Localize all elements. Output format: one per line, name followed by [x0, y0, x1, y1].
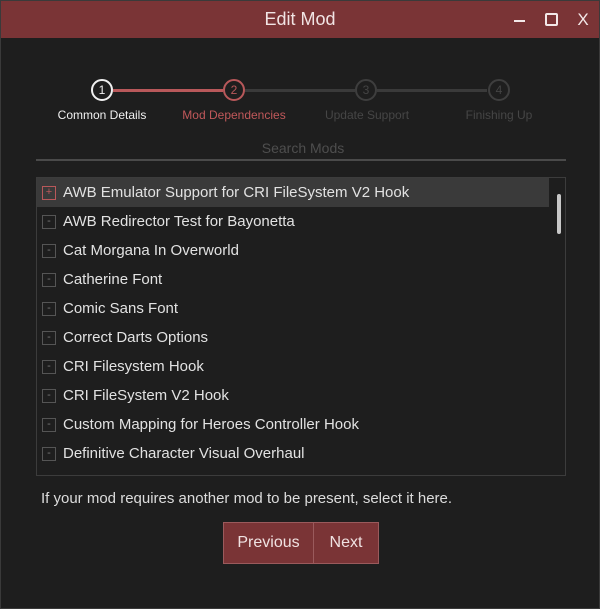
step-3-circle: 3: [355, 79, 377, 101]
mod-list-item-label: Definitive Character Visual Overhaul: [63, 445, 305, 462]
list-scrollbar[interactable]: [557, 194, 561, 234]
collapse-toggle-icon[interactable]: -: [42, 214, 56, 229]
mod-list-item[interactable]: - Comic Sans Font: [37, 294, 549, 323]
mod-list-item-label: AWB Emulator Support for CRI FileSystem …: [63, 184, 410, 201]
mod-list-item[interactable]: - CRI Filesystem Hook: [37, 352, 549, 381]
mod-list-item-label: Cat Morgana In Overworld: [63, 242, 239, 259]
close-icon: X: [577, 9, 589, 29]
mod-list-item[interactable]: - Custom Mapping for Heroes Controller Ho…: [37, 410, 549, 439]
step-1-circle: 1: [91, 79, 113, 101]
step-3-label: Update Support: [324, 108, 410, 122]
mod-list-item-label: Correct Darts Options: [63, 329, 209, 346]
mod-list-item-label: Comic Sans Font: [63, 300, 179, 317]
mod-list-item[interactable]: + AWB Emulator Support for CRI FileSystem…: [37, 178, 549, 207]
step-connector-1: [113, 89, 223, 92]
mod-list-item-label: Catherine Font: [63, 271, 163, 288]
step-connector-2: [245, 89, 355, 92]
search-box: [36, 139, 570, 161]
expand-toggle-icon[interactable]: +: [42, 185, 56, 200]
step-1-label: Common Details: [57, 108, 147, 122]
collapse-toggle-icon[interactable]: -: [42, 272, 56, 287]
dependency-hint: If your mod requires another mod to be p…: [41, 490, 453, 507]
previous-button[interactable]: Previous: [223, 522, 314, 564]
mod-list-item-label: CRI FileSystem V2 Hook: [63, 387, 229, 404]
step-4-label: Finishing Up: [465, 108, 533, 122]
next-button[interactable]: Next: [314, 522, 379, 564]
collapse-toggle-icon[interactable]: -: [42, 417, 56, 432]
mod-list[interactable]: + AWB Emulator Support for CRI FileSystem…: [36, 177, 566, 476]
mod-list-item[interactable]: - Correct Darts Options: [37, 323, 549, 352]
mod-list-item[interactable]: - Cat Morgana In Overworld: [37, 236, 549, 265]
title-bar[interactable]: Edit Mod X: [1, 1, 599, 38]
mod-list-item-label: AWB Redirector Test for Bayonetta: [63, 213, 295, 230]
collapse-toggle-icon[interactable]: -: [42, 388, 56, 403]
step-connector-3: [377, 89, 487, 92]
mod-list-item[interactable]: - CRI FileSystem V2 Hook: [37, 381, 549, 410]
step-2-circle: 2: [223, 79, 245, 101]
search-input[interactable]: [36, 139, 570, 157]
minimize-icon: [513, 19, 525, 22]
mod-list-item-label: CRI Filesystem Hook: [63, 358, 204, 375]
step-2-label: Mod Dependencies: [182, 108, 286, 122]
window-controls: X: [503, 1, 599, 38]
mod-list-item-label: Custom Mapping for Heroes Controller Hoo…: [63, 416, 359, 433]
maximize-icon: [544, 13, 558, 26]
collapse-toggle-icon[interactable]: -: [42, 330, 56, 345]
mod-list-item[interactable]: - Catherine Font: [37, 265, 549, 294]
collapse-toggle-icon[interactable]: -: [42, 301, 56, 316]
edit-mod-window: Edit Mod X 1 2 3 4 Common Details Mod De…: [0, 0, 600, 609]
collapse-toggle-icon[interactable]: -: [42, 446, 56, 461]
step-4-circle: 4: [488, 79, 510, 101]
navigation-buttons: Previous Next: [223, 522, 379, 564]
collapse-toggle-icon[interactable]: -: [42, 359, 56, 374]
wizard-stepper: 1 2 3 4 Common Details Mod Dependencies …: [1, 77, 600, 127]
maximize-button[interactable]: [535, 1, 567, 38]
mod-list-item[interactable]: - AWB Redirector Test for Bayonetta: [37, 207, 549, 236]
close-button[interactable]: X: [567, 1, 599, 38]
minimize-button[interactable]: [503, 1, 535, 38]
mod-list-item[interactable]: - Definitive Character Visual Overhaul: [37, 439, 549, 468]
window-title: Edit Mod: [264, 9, 336, 29]
collapse-toggle-icon[interactable]: -: [42, 243, 56, 258]
